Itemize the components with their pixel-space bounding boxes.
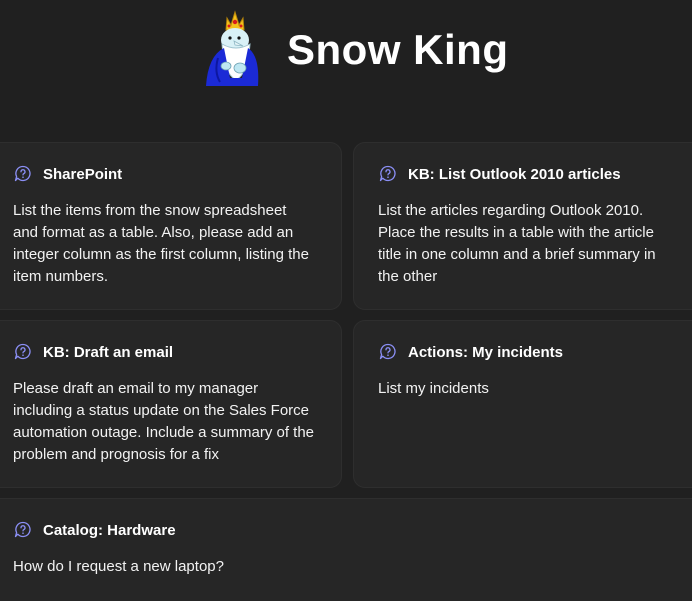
- card-prompt-text: List the articles regarding Outlook 2010…: [378, 202, 656, 285]
- chat-question-icon: [378, 164, 398, 184]
- chat-question-icon: [378, 342, 398, 362]
- card-prompt-text: Please draft an email to my manager incl…: [13, 380, 315, 463]
- card-title: KB: Draft an email: [43, 343, 174, 361]
- app-title: Snow King: [287, 26, 509, 73]
- chat-question-icon: [13, 342, 33, 362]
- card-prompt-text: List my incidents: [378, 380, 489, 397]
- ice-king-avatar-icon: [196, 8, 266, 88]
- card-header: SharePoint: [13, 163, 122, 185]
- card-prompt-text: List the items from the snow spreadsheet…: [13, 202, 309, 285]
- chat-question-icon: [13, 520, 33, 540]
- card-header: KB: Draft an email: [13, 341, 173, 363]
- card-title: SharePoint: [43, 165, 123, 183]
- app-window: Snow King SharePoint List the items from…: [0, 0, 692, 601]
- card-header: Actions: My incidents: [378, 341, 563, 363]
- prompt-card-catalog-hardware[interactable]: Catalog: Hardware How do I request a new…: [0, 498, 692, 601]
- card-prompt-text: How do I request a new laptop?: [13, 558, 224, 575]
- chat-question-icon: [13, 164, 33, 184]
- card-title: KB: List Outlook 2010 articles: [408, 165, 621, 183]
- card-title: Catalog: Hardware: [43, 521, 176, 539]
- prompt-card-kb-outlook[interactable]: KB: List Outlook 2010 articles List the …: [353, 142, 692, 310]
- card-title: Actions: My incidents: [408, 343, 564, 361]
- header: Snow King: [0, 0, 692, 100]
- prompt-card-sharepoint[interactable]: SharePoint List the items from the snow …: [0, 142, 342, 310]
- prompt-card-actions-incidents[interactable]: Actions: My incidents List my incidents: [353, 320, 692, 488]
- prompt-card-kb-draft-email[interactable]: KB: Draft an email Please draft an email…: [0, 320, 342, 488]
- card-header: Catalog: Hardware: [13, 519, 176, 541]
- card-header: KB: List Outlook 2010 articles: [378, 163, 621, 185]
